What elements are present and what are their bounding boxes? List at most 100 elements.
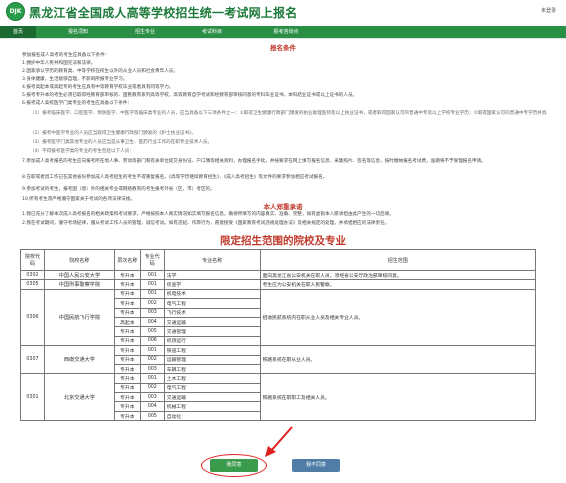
major-code-cell: 002	[139, 354, 165, 365]
school-code-cell: 0306	[20, 288, 45, 347]
school-code-cell: 0307	[20, 345, 45, 375]
major-name-cell: 电气工程	[163, 382, 261, 394]
school-name-cell: 中国民航飞行学院	[43, 288, 115, 347]
major-name-cell: 侦查学	[163, 279, 261, 290]
site-logo[interactable]: DJK	[6, 2, 25, 21]
major-code-cell: 004	[139, 401, 165, 412]
major-code-cell: 005	[139, 326, 165, 337]
header-scope: 招生范围	[259, 249, 537, 271]
major-name-cell: 车辆工程	[163, 363, 261, 375]
section-title-conditions: 报名条件	[270, 44, 296, 52]
level-cell: 专升本	[113, 410, 141, 422]
school-code-cell: 0302	[20, 269, 45, 281]
school-name-cell: 中国刑事警察学院	[43, 279, 115, 290]
header-school-code: 院校代码	[20, 249, 45, 271]
agree-button[interactable]: 我同意	[210, 459, 258, 472]
level-cell: 高起本	[113, 316, 141, 328]
level-cell: 专升本	[113, 373, 141, 384]
nav-notice[interactable]: 报名须知	[58, 26, 98, 38]
major-code-cell: 003	[139, 307, 165, 318]
notice-line: （1）报考临床医学、口腔医学、预防医学、中医学等临床类专业的人员，应当具备以下三…	[30, 111, 547, 116]
notice-line: 1.拥护中华人民共和国宪法和法律。	[22, 61, 96, 66]
notice-line: （4）不得报考医学类的专业的考生包括以下人员：	[30, 149, 134, 154]
restricted-schools-table: 院校代码 院校名称 层次名称 专业代码 专业名称 招生范围 0302 中国人民公…	[20, 249, 537, 422]
site-header: DJK 黑龙江省全国成人高等学校招生统一考试网上报名 未登录	[0, 0, 566, 22]
major-code-cell: 004	[139, 316, 165, 328]
header-major-name: 专业名称	[163, 249, 261, 271]
main-nav: 首页 报名须知 招生专业 考试科目 报考咨询点	[0, 26, 566, 38]
major-code-cell: 001	[139, 373, 165, 384]
school-name-cell: 西南交通大学	[43, 345, 115, 375]
major-code-cell: 001	[139, 279, 165, 290]
level-cell: 专升本	[113, 335, 141, 347]
level-cell: 专升本	[113, 298, 141, 309]
scope-cell: 考生应为公安机关在职人民警察。	[259, 279, 537, 290]
notice-line: 8.在职或者因工作已在其他省份参加成人高考招生的考生不得重复报名。《高等学历继续…	[22, 175, 328, 180]
scope-cell: 铁路系统在职从业人员。	[259, 345, 537, 375]
level-cell: 专升本	[113, 345, 141, 356]
major-name-cell: 自动化	[163, 410, 261, 422]
major-name-cell: 机械工程	[163, 401, 261, 412]
annotation-arrow-icon	[265, 426, 293, 457]
major-name-cell: 土木工程	[163, 373, 261, 384]
notice-line: 2.国家承认学历的教育类、中等学校在校生以外的从业人员和社会青年人员。	[22, 69, 178, 74]
nav-subjects[interactable]: 考试科目	[192, 26, 232, 38]
level-cell: 专升本	[113, 279, 141, 290]
level-cell: 专升本	[113, 392, 141, 403]
school-name-cell: 中国人民公安大学	[43, 269, 115, 281]
major-name-cell: 法学	[163, 269, 261, 281]
level-cell: 专升本	[113, 354, 141, 365]
nav-consult[interactable]: 报考咨询点	[262, 26, 310, 38]
notice-line: 7.参加成人高考报名的考生应向报考所在地人事、劳动等部门和有关单位提交身份证、户…	[22, 159, 486, 164]
notice-line: 4.报考高起本或高起专的考生应具有中等教育学校毕业或者具有同等学力。	[22, 85, 174, 90]
notice-line: 6.报考成人高校医学门类专业的考生应具备以下条件：	[22, 101, 133, 106]
level-cell: 专升本	[113, 307, 141, 318]
scope-cell: 招收民航系统内在职从业人员及相关专业人员。	[259, 288, 537, 347]
level-cell: 专升本	[113, 326, 141, 337]
header-level: 层次名称	[113, 249, 141, 271]
major-code-cell: 002	[139, 382, 165, 394]
table-title: 限定招生范围的院校及专业	[220, 235, 346, 247]
notice-line: （2）报考中医学专业的人员应当取得卫生健康行政部门颁发的《护士执业证书》。	[30, 131, 197, 136]
major-code-cell: 001	[139, 288, 165, 300]
notice-line: 参加报名成人高考的考生应具备以下条件：	[22, 53, 110, 58]
table-row: 0302 中国人民公安大学 专升本 001 法学 面向黑龙江省公安机关在职人员，…	[20, 269, 537, 281]
level-cell: 专升本	[113, 363, 141, 375]
major-code-cell: 001	[139, 345, 165, 356]
table-header-row: 院校代码 院校名称 层次名称 专业代码 专业名称 招生范围	[20, 249, 537, 271]
table-row: 0307 西南交通大学 专升本 001 铁道工程 铁路系统在职从业人员。	[20, 345, 537, 375]
major-name-cell: 电气工程	[163, 298, 261, 309]
notice-line: 3.身体健康，生活能够自理，不影响所报专业学习。	[22, 77, 128, 82]
scope-cell: 面向黑龙江省公安机关在职人员，须经省公安厅政治部审核同意。	[259, 269, 537, 281]
notice-line: 5.报考专升本的考生必须已取得经教育部审核的、国民教育系列高等学校，高等教育自学…	[22, 93, 358, 98]
major-code-cell: 005	[139, 410, 165, 422]
header-school-name: 院校名称	[43, 249, 115, 271]
table-row: 0305 中国刑事警察学院 专升本 001 侦查学 考生应为公安机关在职人民警察…	[20, 279, 537, 290]
major-name-cell: 交通运输	[163, 392, 261, 403]
school-name-cell: 北京交通大学	[43, 373, 115, 422]
major-name-cell: 运输管理	[163, 354, 261, 365]
major-code-cell: 006	[139, 335, 165, 347]
nav-home[interactable]: 首页	[0, 26, 36, 38]
level-cell: 专升本	[113, 382, 141, 394]
major-name-cell: 机场运行	[163, 335, 261, 347]
scope-cell: 铁路系统在职职工及相关人员。	[259, 373, 537, 422]
major-code-cell: 002	[139, 298, 165, 309]
header-major-code: 专业代码	[139, 249, 165, 271]
pledge-line: 2.我在考试期间，遵守考场纪律，服从考试工作人员的管理，诚信考试。如有违纪、作弊…	[22, 221, 390, 226]
table-row: 0306 中国民航飞行学院 专升本 001 机电技术 招收民航系统内在职从业人员…	[20, 288, 537, 347]
nav-majors[interactable]: 招生专业	[125, 26, 165, 38]
section-title-pledge: 本人郑重承诺	[263, 203, 303, 211]
table-row: 0301 北京交通大学 专升本 001 土木工程 铁路系统在职职工及相关人员。	[20, 373, 537, 422]
major-code-cell: 001	[139, 269, 165, 281]
site-title: 黑龙江省全国成人高等学校招生统一考试网上报名	[29, 6, 298, 20]
level-cell: 专升本	[113, 401, 141, 412]
notice-line: 9.参加考试的考生，报考国（境）外的相关专业或网络教育的考生报考外省（区、市）考…	[22, 187, 215, 192]
school-code-cell: 0305	[20, 279, 45, 290]
login-status[interactable]: 未登录	[541, 7, 556, 14]
major-name-cell: 铁道工程	[163, 345, 261, 356]
disagree-button[interactable]: 我不同意	[292, 459, 340, 472]
major-name-cell: 机电技术	[163, 288, 261, 300]
major-code-cell: 003	[139, 392, 165, 403]
major-name-cell: 交通运输	[163, 316, 261, 328]
